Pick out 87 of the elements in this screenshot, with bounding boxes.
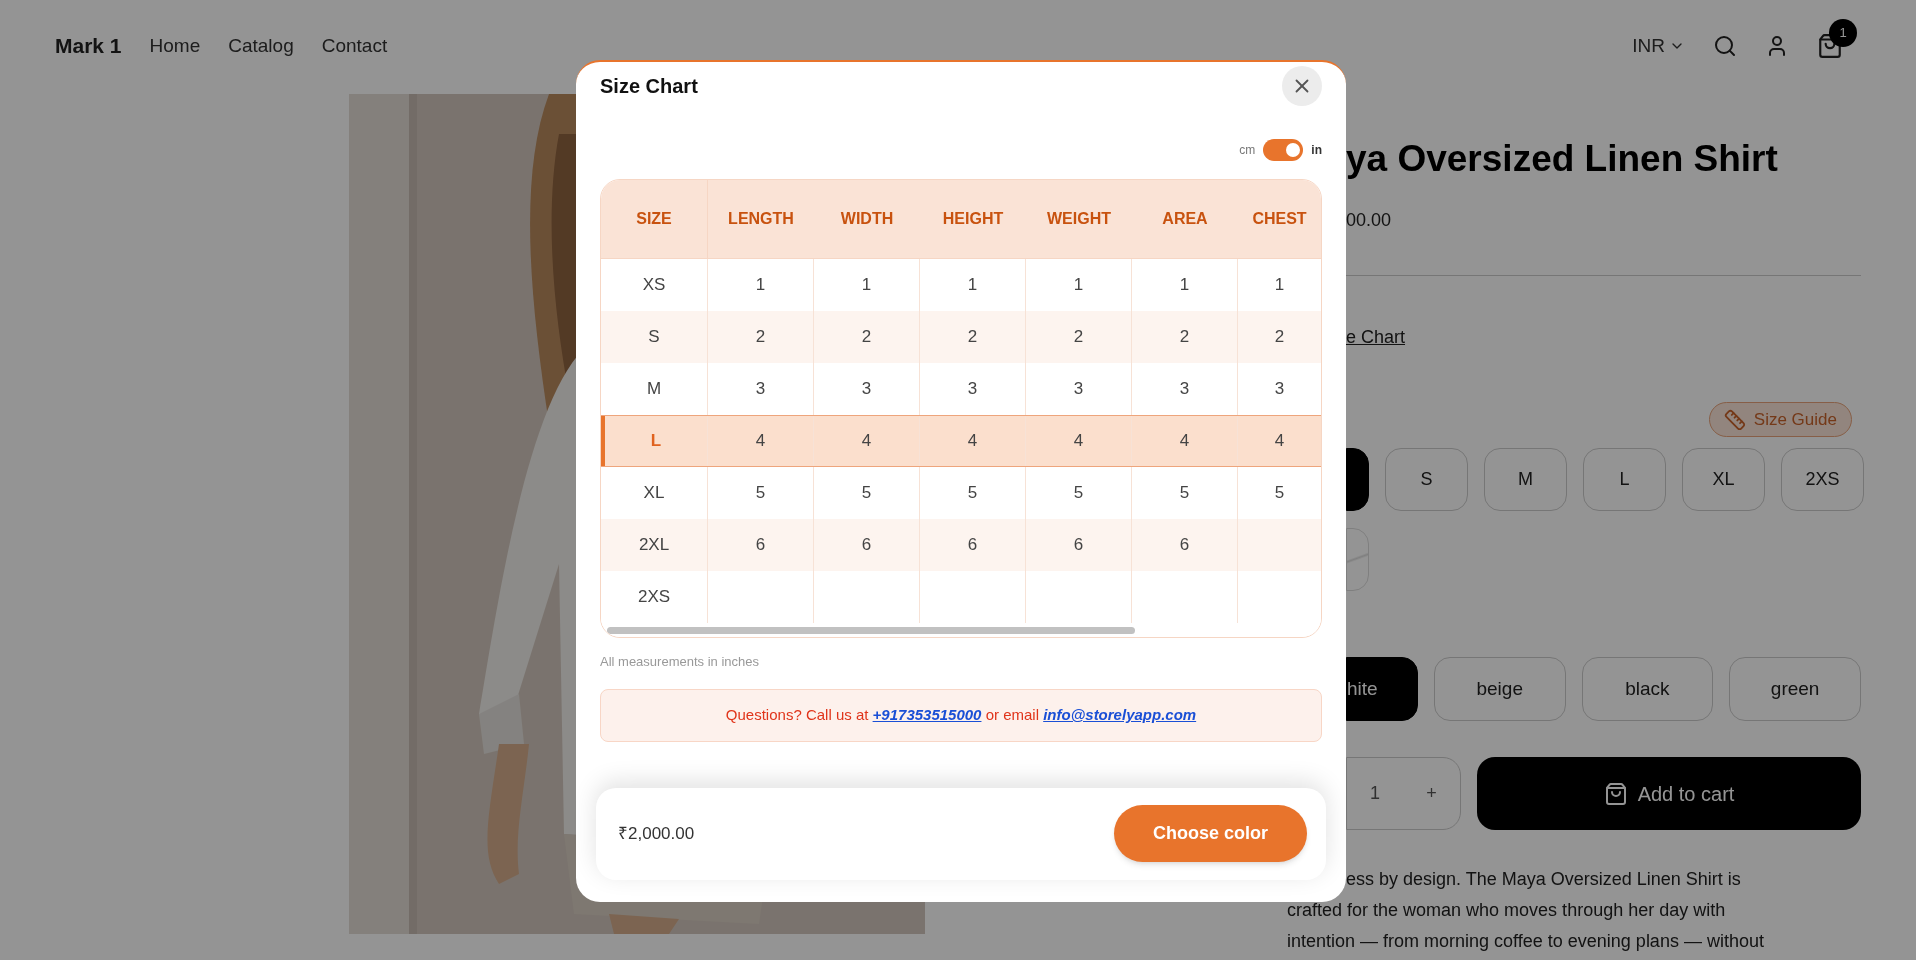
table-cell-text: 1 [861, 274, 872, 297]
table-cell-text: 6 [1073, 534, 1084, 557]
table-cell-text: S [648, 326, 660, 349]
column-header: WIDTH [839, 209, 895, 229]
ruler-icon [1723, 408, 1746, 431]
increase-button[interactable]: + [1426, 780, 1437, 807]
table-cell-text: XL [643, 482, 665, 505]
footer-price: ₹2,000.00 [618, 822, 695, 845]
size-option[interactable]: XL [1682, 448, 1765, 511]
table-cell-text: 5 [1179, 482, 1190, 505]
table-cell-text: 3 [1073, 378, 1084, 401]
nav-link[interactable]: Contact [321, 31, 388, 61]
table-cell-text: 1 [967, 274, 978, 297]
table-cell-text: 4 [861, 430, 872, 453]
table-cell-text: 3 [1179, 378, 1190, 401]
search-icon[interactable] [1713, 34, 1737, 58]
table-cell-text: 2 [1179, 326, 1190, 349]
size-option[interactable]: 2XS [1781, 448, 1864, 511]
phone-link[interactable]: +917353515000 [872, 705, 982, 723]
table-cell-text: 5 [861, 482, 872, 505]
table-cell-text: 1 [755, 274, 766, 297]
table-cell-text: 2 [861, 326, 872, 349]
table-cell-text: 6 [967, 534, 978, 557]
size-option[interactable]: S [1385, 448, 1468, 511]
table-cell-text: 2 [967, 326, 978, 349]
table-cell-text: 3 [1274, 378, 1285, 401]
table-cell-text: 2 [755, 326, 766, 349]
table-cell-text: M [646, 378, 662, 401]
store-logo[interactable]: Mark 1 [55, 30, 122, 62]
size-chart-link[interactable]: e Chart [1346, 325, 1406, 349]
table-cell-text: 6 [1179, 534, 1190, 557]
table-cell-text: 1 [1274, 274, 1285, 297]
product-price: 00.00 [1346, 209, 1393, 232]
close-button[interactable] [1282, 66, 1322, 106]
column-header: HEIGHT [941, 209, 1005, 229]
quantity-value: 1 [1370, 782, 1381, 805]
table-cell-text: 6 [861, 534, 872, 557]
size-option[interactable]: M [1484, 448, 1567, 511]
color-option[interactable]: beige [1433, 657, 1566, 721]
table-cell-text: 3 [755, 378, 766, 401]
unit-label: cm [1239, 142, 1256, 159]
table-cell-text: 4 [967, 430, 978, 453]
unit-toggle[interactable] [1263, 139, 1304, 161]
column-header: CHEST [1251, 209, 1308, 229]
table-cell-text: 4 [1179, 430, 1190, 453]
unit-label: in [1311, 142, 1322, 159]
contact-text: Questions? Call us at +917353515000 or email info@storelyapp.com [725, 704, 1197, 725]
table-cell-text: 2 [1274, 326, 1285, 349]
nav-link[interactable]: Catalog [228, 31, 294, 61]
table-cell-text: 2 [1073, 326, 1084, 349]
size-option[interactable] [1346, 448, 1369, 511]
product-description-line: intention — from morning coffee to evening plans — without [1287, 930, 1765, 953]
table-cell-text: 4 [1274, 430, 1285, 453]
table-cell-text: 4 [755, 430, 766, 453]
table-cell-text: 3 [861, 378, 872, 401]
table-cell-text: 5 [755, 482, 766, 505]
table-cell-text: 1 [1073, 274, 1084, 297]
column-header: WEIGHT [1046, 209, 1112, 229]
table-cell-text: 5 [1073, 482, 1084, 505]
measurement-note: All measurements in inches [600, 653, 760, 671]
table-cell-text: 4 [1073, 430, 1084, 453]
column-header: SIZE [601, 180, 708, 258]
size-option[interactable]: L [1583, 448, 1666, 511]
table-cell-text: 1 [1179, 274, 1190, 297]
table-cell-text: L [650, 430, 662, 453]
cart-count-badge: 1 [1829, 19, 1857, 47]
table-cell-text: 2XS [637, 586, 671, 609]
table-cell-text: 3 [967, 378, 978, 401]
table-cell-text: 5 [1274, 482, 1285, 505]
column-header: LENGTH [727, 209, 795, 229]
column-header: AREA [1161, 209, 1209, 229]
table-cell-text: 5 [967, 482, 978, 505]
product-description-line: ess by design. The Maya Oversized Linen Shirt is [1346, 868, 1742, 891]
scrollbar-thumb[interactable] [607, 626, 1135, 634]
currency-selector[interactable]: INR [1632, 31, 1685, 61]
color-option[interactable]: black [1581, 657, 1714, 721]
add-to-cart-button[interactable]: Add to cart [1477, 757, 1861, 830]
color-option[interactable]: green [1729, 657, 1861, 721]
nav-link[interactable]: Home [149, 31, 201, 61]
email-link[interactable]: info@storelyapp.com [1043, 705, 1197, 723]
color-option[interactable]: hite [1346, 657, 1418, 721]
table-cell-text: 6 [755, 534, 766, 557]
dialog-title: Size Chart [600, 74, 698, 99]
table-cell-text: XS [642, 274, 666, 297]
product-description-line: crafted for the woman who moves through her day with [1287, 899, 1727, 922]
table-cell-text: 2XL [638, 534, 670, 557]
product-title: ya Oversized Linen Shirt [1346, 137, 1779, 181]
